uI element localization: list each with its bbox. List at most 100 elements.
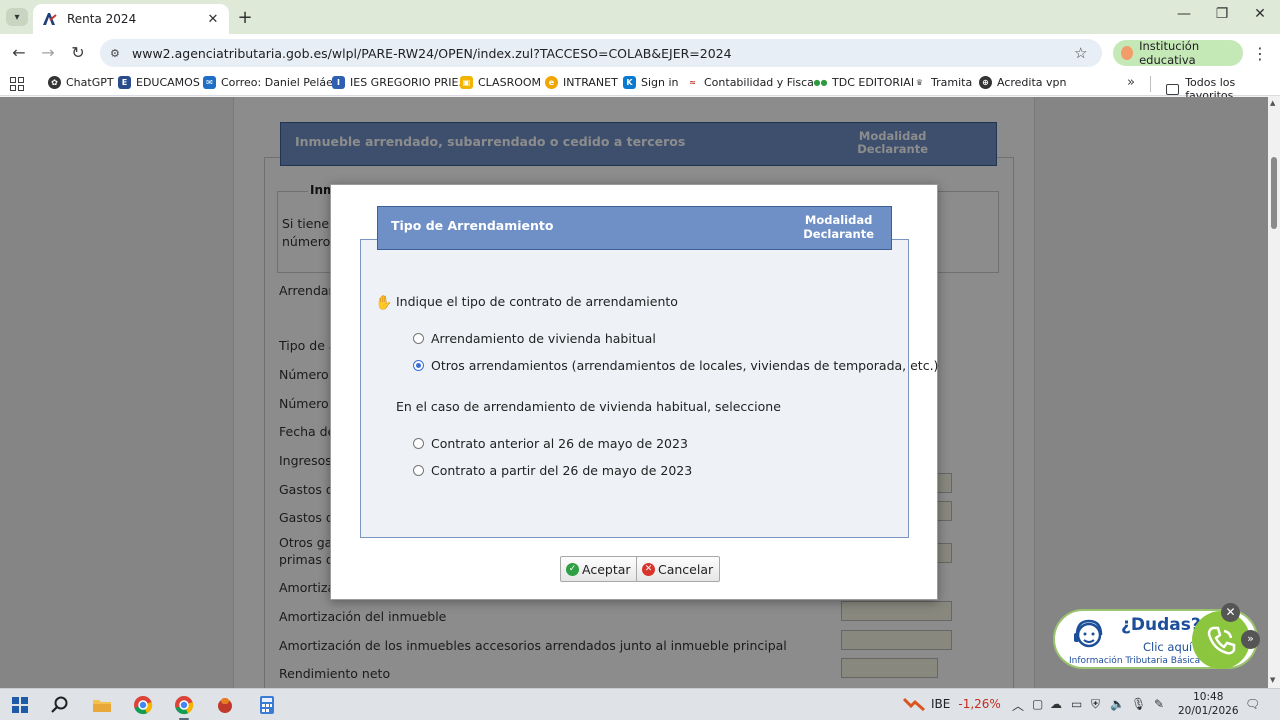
dialog-panel — [360, 239, 909, 538]
aceptar-button[interactable]: ✓ Aceptar — [560, 556, 638, 582]
radio-contrato-anterior[interactable]: Contrato anterior al 26 de mayo de 2023 — [413, 436, 688, 451]
address-bar[interactable]: ⚙ www2.agenciatributaria.gob.es/wlpl/PAR… — [100, 39, 1102, 67]
avatar — [1121, 46, 1134, 60]
minimize-icon[interactable]: — — [1174, 6, 1194, 22]
bookmark-star-icon[interactable]: ☆ — [1074, 44, 1094, 62]
bookmarks-divider — [1150, 76, 1151, 92]
profile-label: Institución educativa — [1139, 39, 1200, 67]
folder-icon — [1166, 83, 1180, 95]
bookmark-chatgpt[interactable]: ✿ ChatGPT — [48, 76, 114, 89]
stock-change: -1,26% — [958, 697, 1001, 711]
volume-icon[interactable]: 🔈 — [1110, 697, 1125, 711]
bookmark-acredita-vpn[interactable]: ⊕ Acredita vpn — [979, 76, 1066, 89]
modalidad-label: Modalidad Declarante — [803, 213, 874, 241]
stock-symbol: IBE — [931, 697, 951, 711]
new-tab-button[interactable]: + — [236, 7, 254, 28]
bookmark-intranet[interactable]: e INTRANET — [545, 76, 618, 89]
bookmark-contabilidad[interactable]: ≈ Contabilidad y Fisca... — [686, 76, 824, 89]
back-arrow-icon[interactable]: ← — [8, 42, 30, 64]
chrome-active-icon[interactable] — [170, 693, 198, 717]
chatgpt-icon: ✿ — [48, 76, 61, 89]
help-small-text: Información Tributaria Básica — [1069, 656, 1201, 666]
stock-widget[interactable]: IBE -1,26% — [903, 696, 1001, 712]
clock-time: 10:48 — [1193, 691, 1224, 703]
bookmark-label: CLASROOM — [478, 76, 542, 89]
radio-button[interactable] — [413, 438, 424, 449]
file-explorer-icon[interactable] — [88, 693, 116, 717]
tramita-icon: ♛ — [913, 76, 926, 89]
bookmark-correo[interactable]: ✉ Correo: Daniel Peláe... — [203, 76, 343, 89]
radio-label: Contrato anterior al 26 de mayo de 2023 — [431, 436, 688, 451]
tray-expand-icon[interactable]: ︿ — [1012, 697, 1024, 714]
radio-otros-arrendamientos[interactable]: Otros arrendamientos (arrendamientos de … — [413, 358, 938, 373]
forward-arrow-icon[interactable]: → — [37, 42, 59, 64]
battery-icon[interactable]: ▭ — [1071, 697, 1082, 711]
reload-icon[interactable]: ↻ — [67, 42, 89, 64]
calculator-icon[interactable] — [253, 693, 281, 717]
scroll-thumb[interactable] — [1271, 157, 1277, 229]
radio-vivienda-habitual[interactable]: Arrendamiento de vivienda habitual — [413, 331, 656, 346]
tab-renta-2024[interactable]: Renta 2024 ✕ — [33, 4, 229, 34]
notifications-icon[interactable]: 🗨 — [1245, 697, 1260, 711]
modalidad-line: Modalidad — [804, 213, 873, 227]
dialog-header: Tipo de Arrendamiento Modalidad Declaran… — [377, 206, 892, 250]
bookmark-label: Tramita — [931, 76, 973, 89]
maximize-icon[interactable]: ❐ — [1212, 6, 1232, 22]
question-vivienda-habitual: En el caso de arrendamiento de vivienda … — [396, 399, 781, 414]
check-icon: ✓ — [566, 562, 579, 576]
bookmark-ies-gregorio[interactable]: I IES GREGORIO PRIE... — [332, 76, 469, 89]
pen-icon[interactable]: ✎ — [1154, 697, 1164, 711]
bookmark-label: IES GREGORIO PRIE... — [350, 76, 469, 89]
radio-contrato-posterior[interactable]: Contrato a partir del 26 de mayo de 2023 — [413, 463, 692, 478]
phone-icon — [1207, 626, 1236, 655]
app-glove-icon[interactable] — [211, 693, 239, 717]
bookmark-label: Sign in — [641, 76, 679, 89]
security-shield-icon[interactable]: ⛨ — [1091, 697, 1100, 712]
window-close-icon[interactable]: ✕ — [1250, 6, 1270, 22]
windows-start-icon[interactable] — [6, 693, 34, 717]
url-text[interactable]: www2.agenciatributaria.gob.es/wlpl/PARE-… — [132, 46, 1074, 61]
bookmark-label: TDC EDITORIAL — [832, 76, 917, 89]
clock-date: 20/01/2026 — [1178, 705, 1239, 717]
apps-grid-icon[interactable] — [10, 77, 24, 91]
radio-button-checked[interactable] — [413, 360, 424, 371]
chevron-down-icon: ▾ — [14, 11, 20, 23]
bookmark-tdc-editorial[interactable]: ●● TDC EDITORIAL — [814, 76, 917, 89]
bookmark-classroom[interactable]: ▣ CLASROOM — [460, 76, 541, 89]
onedrive-icon[interactable]: ☁ — [1050, 697, 1062, 711]
help-close-icon[interactable]: ✕ — [1221, 603, 1240, 622]
help-expand-icon[interactable]: » — [1241, 630, 1260, 649]
bookmark-tramita[interactable]: ♛ Tramita — [913, 76, 972, 89]
cancelar-button[interactable]: ✕ Cancelar — [636, 556, 721, 582]
search-icon[interactable] — [46, 693, 74, 717]
more-menu-icon[interactable]: ⋮ — [1252, 44, 1268, 63]
agent-headset-icon — [1074, 619, 1103, 648]
site-info-icon[interactable]: ⚙ — [110, 47, 128, 60]
system-clock[interactable]: 10:48 20/01/2026 — [1178, 690, 1239, 718]
tipo-arrendamiento-dialog: Tipo de Arrendamiento Modalidad Declaran… — [330, 184, 938, 600]
intranet-icon: e — [545, 76, 558, 89]
tab-close-icon[interactable]: ✕ — [205, 12, 221, 27]
microphone-icon[interactable]: 🎙 — [1131, 697, 1146, 711]
bookmark-label: INTRANET — [563, 76, 618, 89]
radio-label: Otros arrendamientos (arrendamientos de … — [431, 358, 939, 373]
stock-trend-icon — [903, 697, 925, 712]
chrome-icon[interactable] — [129, 693, 157, 717]
bookmark-label: ChatGPT — [66, 76, 114, 89]
more-bookmarks-icon[interactable]: » — [1127, 75, 1135, 90]
bookmark-sign-in[interactable]: K Sign in — [623, 76, 679, 89]
tray-app-icon[interactable]: ▢ — [1032, 697, 1043, 711]
profile-button[interactable]: Institución educativa — [1113, 39, 1243, 67]
scroll-up-icon[interactable]: ▲ — [1270, 99, 1275, 107]
mail-icon: ✉ — [203, 76, 216, 89]
mouse-cursor-icon: ✋ — [375, 295, 393, 311]
tab-search-button[interactable]: ▾ — [6, 8, 28, 26]
radio-button[interactable] — [413, 333, 424, 344]
page-scrollbar[interactable]: ▲ ▼ — [1268, 97, 1280, 688]
contabilidad-icon: ≈ — [686, 76, 699, 89]
radio-button[interactable] — [413, 465, 424, 476]
scroll-down-icon[interactable]: ▼ — [1270, 676, 1275, 684]
educamos-icon: E — [118, 76, 131, 89]
bookmark-educamos[interactable]: E EDUCAMOS — [118, 76, 200, 89]
windows-taskbar: IBE -1,26% ︿ ▢ ☁ ▭ ⛨ 🔈 🎙 ✎ 10:48 20/01/2… — [0, 688, 1280, 720]
